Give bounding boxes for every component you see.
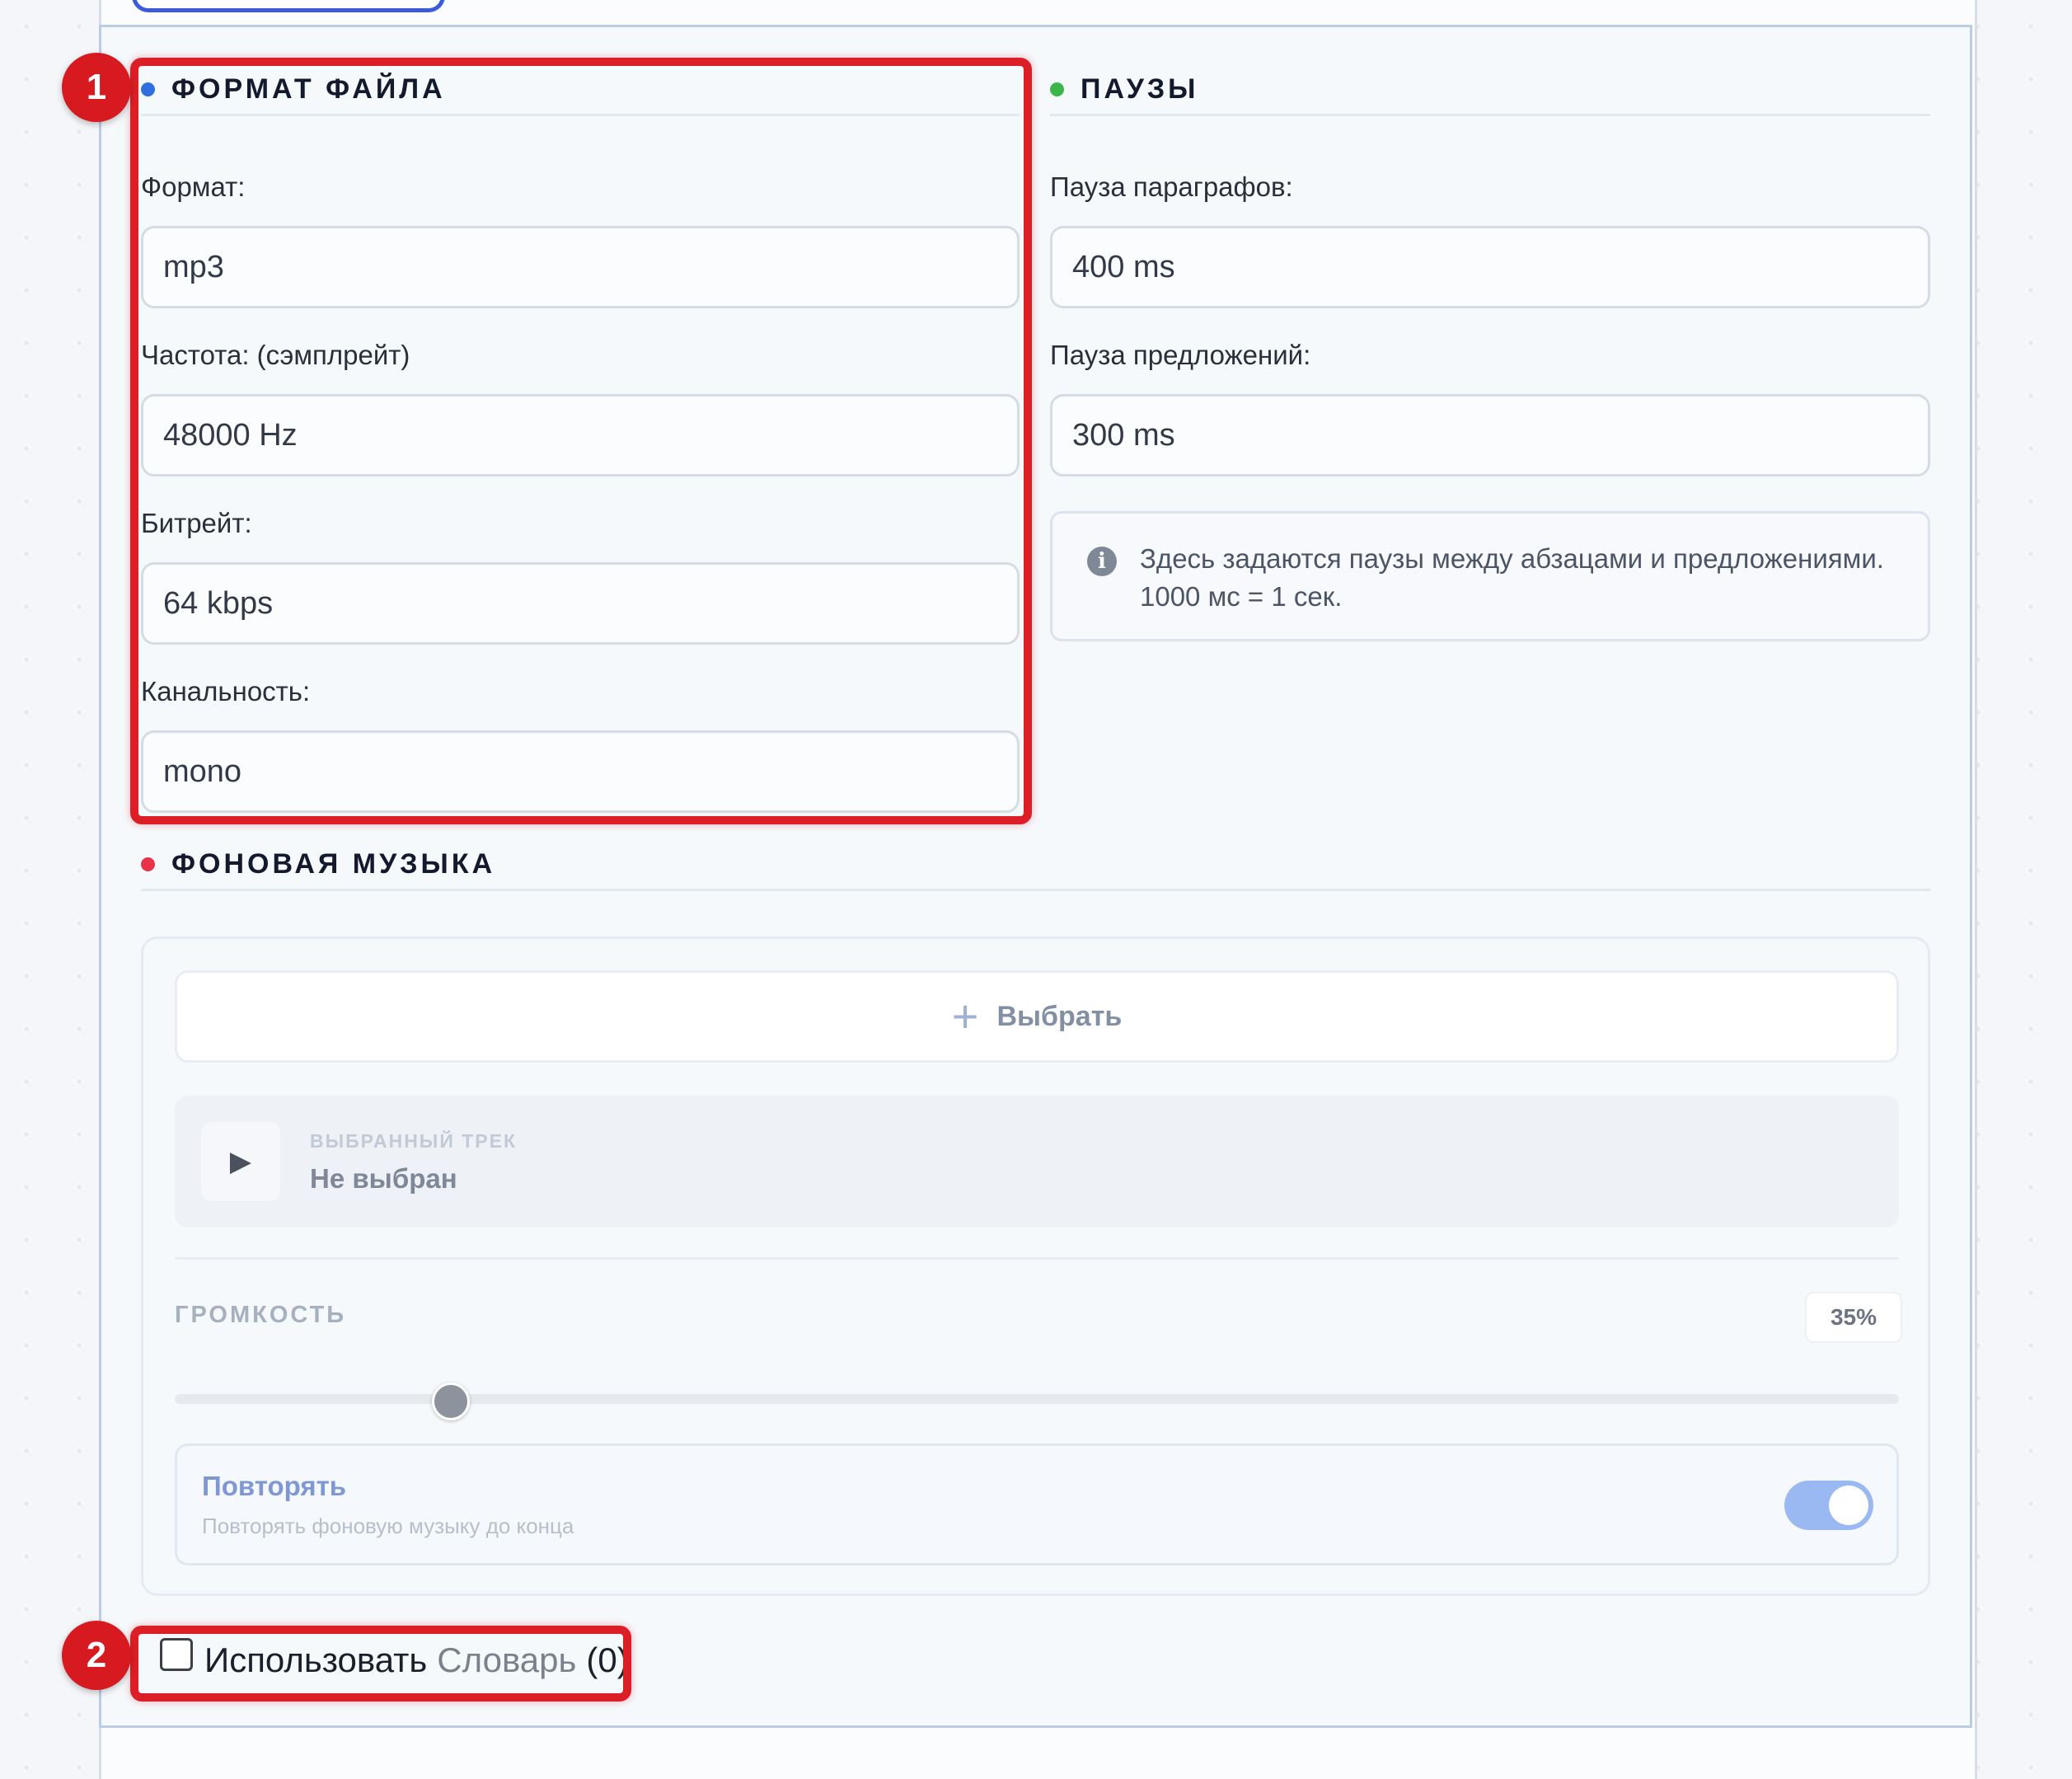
volume-label: ГРОМКОСТЬ bbox=[175, 1302, 347, 1328]
volume-slider-thumb[interactable] bbox=[431, 1382, 470, 1420]
sentence-pause-value: 300 ms bbox=[1072, 417, 1175, 453]
repeat-toggle-knob bbox=[1829, 1486, 1868, 1525]
plus-icon: + bbox=[951, 990, 979, 1042]
selected-track-value: Не выбран bbox=[310, 1163, 457, 1194]
repeat-subtitle: Повторять фоновую музыку до конца bbox=[202, 1514, 574, 1538]
background-music-dot bbox=[141, 857, 155, 871]
highlight-box-2 bbox=[130, 1626, 631, 1702]
divider bbox=[175, 1257, 1899, 1260]
choose-track-button[interactable]: + Выбрать bbox=[175, 970, 1899, 1063]
repeat-toggle[interactable] bbox=[1784, 1481, 1873, 1530]
annotation-badge-1: 1 bbox=[62, 53, 131, 122]
choose-track-label: Выбрать bbox=[996, 1000, 1123, 1032]
pauses-dot bbox=[1050, 82, 1064, 96]
pauses-title: ПАУЗЫ bbox=[1081, 73, 1199, 105]
volume-value-badge: 35% bbox=[1805, 1292, 1902, 1343]
background-music-header: ФОНОВАЯ МУЗЫКА bbox=[141, 839, 1930, 891]
sentence-pause-label: Пауза предложений: bbox=[1050, 340, 1311, 370]
selected-track-caption: ВЫБРАННЫЙ ТРЕК bbox=[310, 1130, 518, 1152]
repeat-title: Повторять bbox=[202, 1471, 347, 1501]
info-icon: i bbox=[1087, 547, 1117, 576]
repeat-option: Повторять Повторять фоновую музыку до ко… bbox=[175, 1443, 1899, 1565]
pauses-header: ПАУЗЫ bbox=[1050, 64, 1930, 116]
top-tab[interactable] bbox=[132, 0, 445, 12]
background-music-box: + Выбрать ▶ ВЫБРАННЫЙ ТРЕК Не выбран ГРО… bbox=[141, 936, 1930, 1596]
sentence-pause-input[interactable]: 300 ms bbox=[1050, 394, 1930, 476]
paragraph-pause-label: Пауза параграфов: bbox=[1050, 171, 1293, 202]
background-music-title: ФОНОВАЯ МУЗЫКА bbox=[171, 847, 496, 880]
selected-track-card: ▶ ВЫБРАННЫЙ ТРЕК Не выбран bbox=[175, 1096, 1899, 1227]
play-icon[interactable]: ▶ bbox=[201, 1122, 280, 1201]
paragraph-pause-input[interactable]: 400 ms bbox=[1050, 226, 1930, 308]
pauses-info-text: Здесь задаются паузы между абзацами и пр… bbox=[1140, 543, 1884, 612]
paragraph-pause-value: 400 ms bbox=[1072, 249, 1175, 284]
annotation-badge-2: 2 bbox=[62, 1621, 131, 1690]
highlight-box-1 bbox=[130, 58, 1032, 824]
pauses-info-box: i Здесь задаются паузы между абзацами и … bbox=[1050, 511, 1930, 641]
